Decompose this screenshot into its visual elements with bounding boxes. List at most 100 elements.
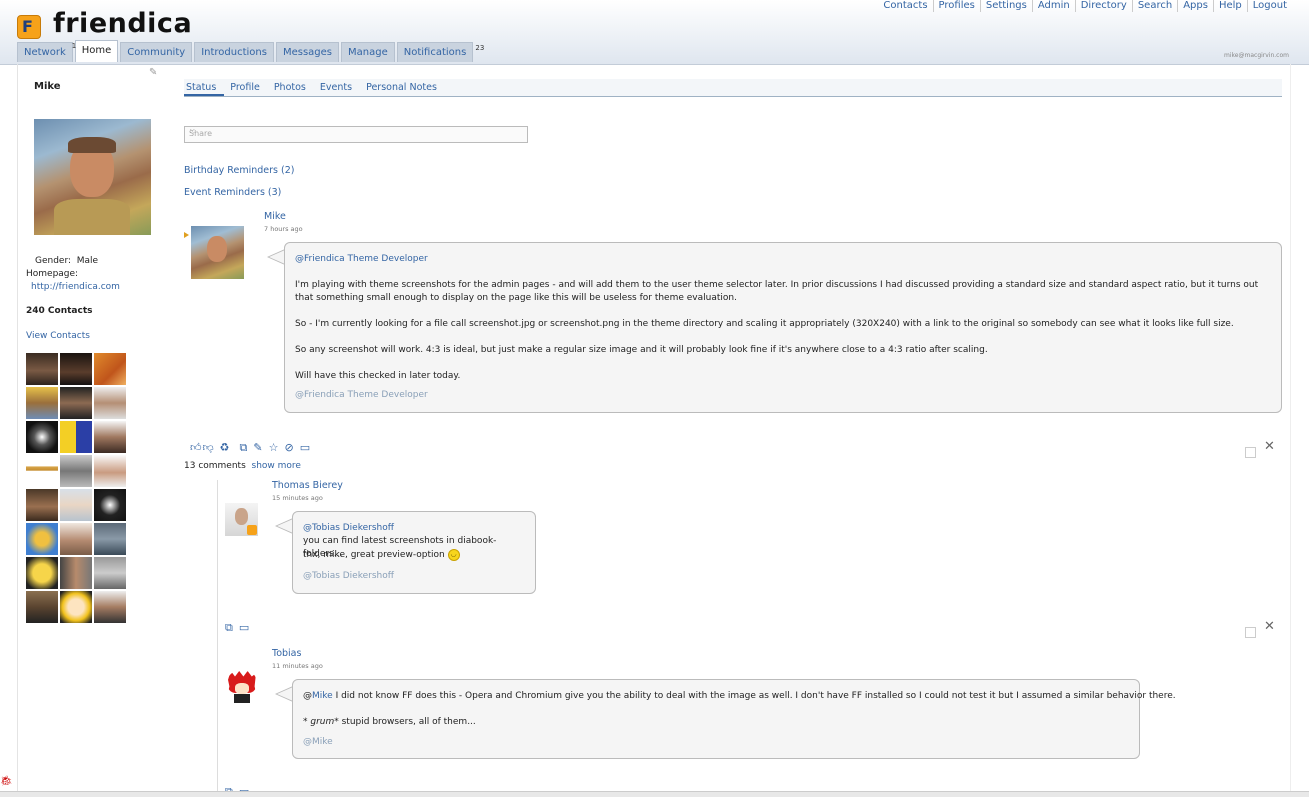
ladybug-icon[interactable]: 🐞︎ <box>0 776 13 787</box>
contact-thumb[interactable] <box>60 421 92 453</box>
external-link-icon[interactable]: ⧉ <box>240 441 248 455</box>
close-icon[interactable]: ✕ <box>1264 439 1275 454</box>
folder-icon[interactable]: ▭ <box>239 621 249 635</box>
profile-name: Mike <box>34 81 61 92</box>
resize-grip-icon: ⁙ <box>189 127 196 136</box>
contact-thumb[interactable] <box>94 489 126 521</box>
contact-thumb[interactable] <box>60 557 92 589</box>
subtab-profile[interactable]: Profile <box>228 79 268 96</box>
post-author-avatar[interactable] <box>191 226 244 279</box>
external-link-icon[interactable]: ⧉ <box>225 621 233 635</box>
comment-author-name[interactable]: Tobias <box>272 648 301 659</box>
subtab-photos[interactable]: Photos <box>272 79 314 96</box>
contact-thumb[interactable] <box>26 523 58 555</box>
contact-thumb[interactable] <box>60 523 92 555</box>
tab-introductions[interactable]: Introductions <box>194 42 274 62</box>
view-contacts-link[interactable]: View Contacts <box>26 331 90 341</box>
bubble-tail <box>275 518 293 534</box>
nav-search-link[interactable]: Search <box>1133 0 1179 12</box>
contact-thumb[interactable] <box>60 489 92 521</box>
comment-tag[interactable]: @Tobias Diekershoff <box>303 570 394 583</box>
comment-tag[interactable]: @Mike <box>303 736 333 749</box>
comment-tag-text: Tobias Diekershoff <box>312 571 394 581</box>
post-tag-text: Friendica Theme Developer <box>304 390 428 400</box>
contact-thumb[interactable] <box>26 387 58 419</box>
post-avatar-face <box>207 236 227 262</box>
contact-thumb[interactable] <box>26 421 58 453</box>
contact-thumb[interactable] <box>60 353 92 385</box>
profile-photo-hair <box>68 137 116 153</box>
contact-thumb[interactable] <box>94 353 126 385</box>
tab-notifications[interactable]: Notifications 23 <box>396 42 484 62</box>
thumbs-up-icon[interactable]: 👍︎ <box>190 441 202 455</box>
thumbs-down-icon[interactable]: 👎︎ <box>203 441 214 455</box>
birthday-reminders-link[interactable]: Birthday Reminders (2) <box>184 165 294 176</box>
post-actions: 👍︎ 👎︎ ♻ ⧉ ✎ ☆ ⊘ ▭ <box>190 441 310 455</box>
subtab-status[interactable]: Status <box>184 79 225 96</box>
subtab-personal-notes[interactable]: Personal Notes <box>364 79 445 96</box>
gender-value: Male <box>76 256 99 266</box>
tab-community[interactable]: Community <box>120 42 193 62</box>
contact-thumb[interactable] <box>94 523 126 555</box>
folder-icon[interactable]: ▭ <box>300 441 310 455</box>
event-reminders-link[interactable]: Event Reminders (3) <box>184 187 281 198</box>
contact-thumb[interactable] <box>26 557 58 589</box>
contact-thumb[interactable] <box>94 455 126 487</box>
nav-help-link[interactable]: Help <box>1214 0 1248 12</box>
post-tag[interactable]: @Friendica Theme Developer <box>295 389 428 402</box>
bottom-scrollbar[interactable] <box>0 791 1309 797</box>
contact-thumb[interactable] <box>60 591 92 623</box>
edit-profile-icon[interactable]: ✎ <box>149 67 157 78</box>
homepage-link[interactable]: http://friendica.com <box>31 282 120 292</box>
tab-network[interactable]: Network <box>17 42 73 62</box>
nav-logout-link[interactable]: Logout <box>1248 0 1287 12</box>
logo-glyph: F <box>22 17 33 36</box>
share-input[interactable]: Share ⁙ <box>184 126 528 143</box>
site-name[interactable]: friendica <box>53 8 192 39</box>
nav-apps-link[interactable]: Apps <box>1178 0 1214 12</box>
contact-thumb[interactable] <box>26 455 58 487</box>
select-checkbox[interactable] <box>1245 627 1256 638</box>
friendica-logo-icon[interactable]: F <box>17 15 41 39</box>
post-time: 7 hours ago <box>264 225 303 233</box>
comment-line-2-text: thx, mike, great preview-option <box>303 550 445 560</box>
page-border-right <box>1290 64 1291 794</box>
contact-thumb[interactable] <box>60 455 92 487</box>
nav-contacts-link[interactable]: Contacts <box>878 0 934 12</box>
close-icon[interactable]: ✕ <box>1264 619 1275 634</box>
star-icon[interactable]: ☆ <box>269 441 279 455</box>
subtab-events[interactable]: Events <box>318 79 360 96</box>
tab-home[interactable]: Home 1 <box>72 40 119 62</box>
contact-thumb[interactable] <box>94 557 126 589</box>
contact-thumb[interactable] <box>26 353 58 385</box>
post-paragraph-3: So any screenshot will work. 4:3 is idea… <box>295 345 988 355</box>
tab-messages[interactable]: Messages <box>275 42 340 62</box>
contact-thumb[interactable] <box>94 591 126 623</box>
nav-settings-link[interactable]: Settings <box>981 0 1033 12</box>
tab-manage[interactable]: Manage <box>341 42 395 62</box>
pencil-icon[interactable]: ✎ <box>253 441 262 455</box>
nav-profiles-link[interactable]: Profiles <box>934 0 981 12</box>
show-more-link[interactable]: show more <box>252 461 301 471</box>
contact-thumb[interactable] <box>26 489 58 521</box>
nav-directory-link[interactable]: Directory <box>1076 0 1133 12</box>
comment-author-avatar[interactable] <box>226 671 258 703</box>
contact-thumb[interactable] <box>26 591 58 623</box>
select-checkbox[interactable] <box>1245 447 1256 458</box>
contact-thumb[interactable] <box>60 387 92 419</box>
tag-icon[interactable]: ⊘ <box>285 441 294 455</box>
contact-thumb[interactable] <box>94 387 126 419</box>
comment-author-name[interactable]: Thomas Bierey <box>272 480 343 491</box>
comment-mention[interactable]: @Tobias Diekershoff <box>303 522 394 535</box>
post-author-name[interactable]: Mike <box>264 211 286 222</box>
comment-author-avatar[interactable] <box>225 503 258 536</box>
nav-admin-link[interactable]: Admin <box>1033 0 1076 12</box>
recycle-icon[interactable]: ♻ <box>220 441 230 455</box>
profile-photo[interactable] <box>34 119 151 235</box>
post-mention[interactable]: @Friendica Theme Developer <box>295 253 428 266</box>
contact-thumb[interactable] <box>94 421 126 453</box>
comment-mention[interactable]: @Mike <box>303 691 333 701</box>
comment-line-1: @Mike I did not know FF does this - Oper… <box>303 690 1176 703</box>
tab-home-label: Home <box>81 45 112 56</box>
comment-avatar-face <box>235 508 248 525</box>
